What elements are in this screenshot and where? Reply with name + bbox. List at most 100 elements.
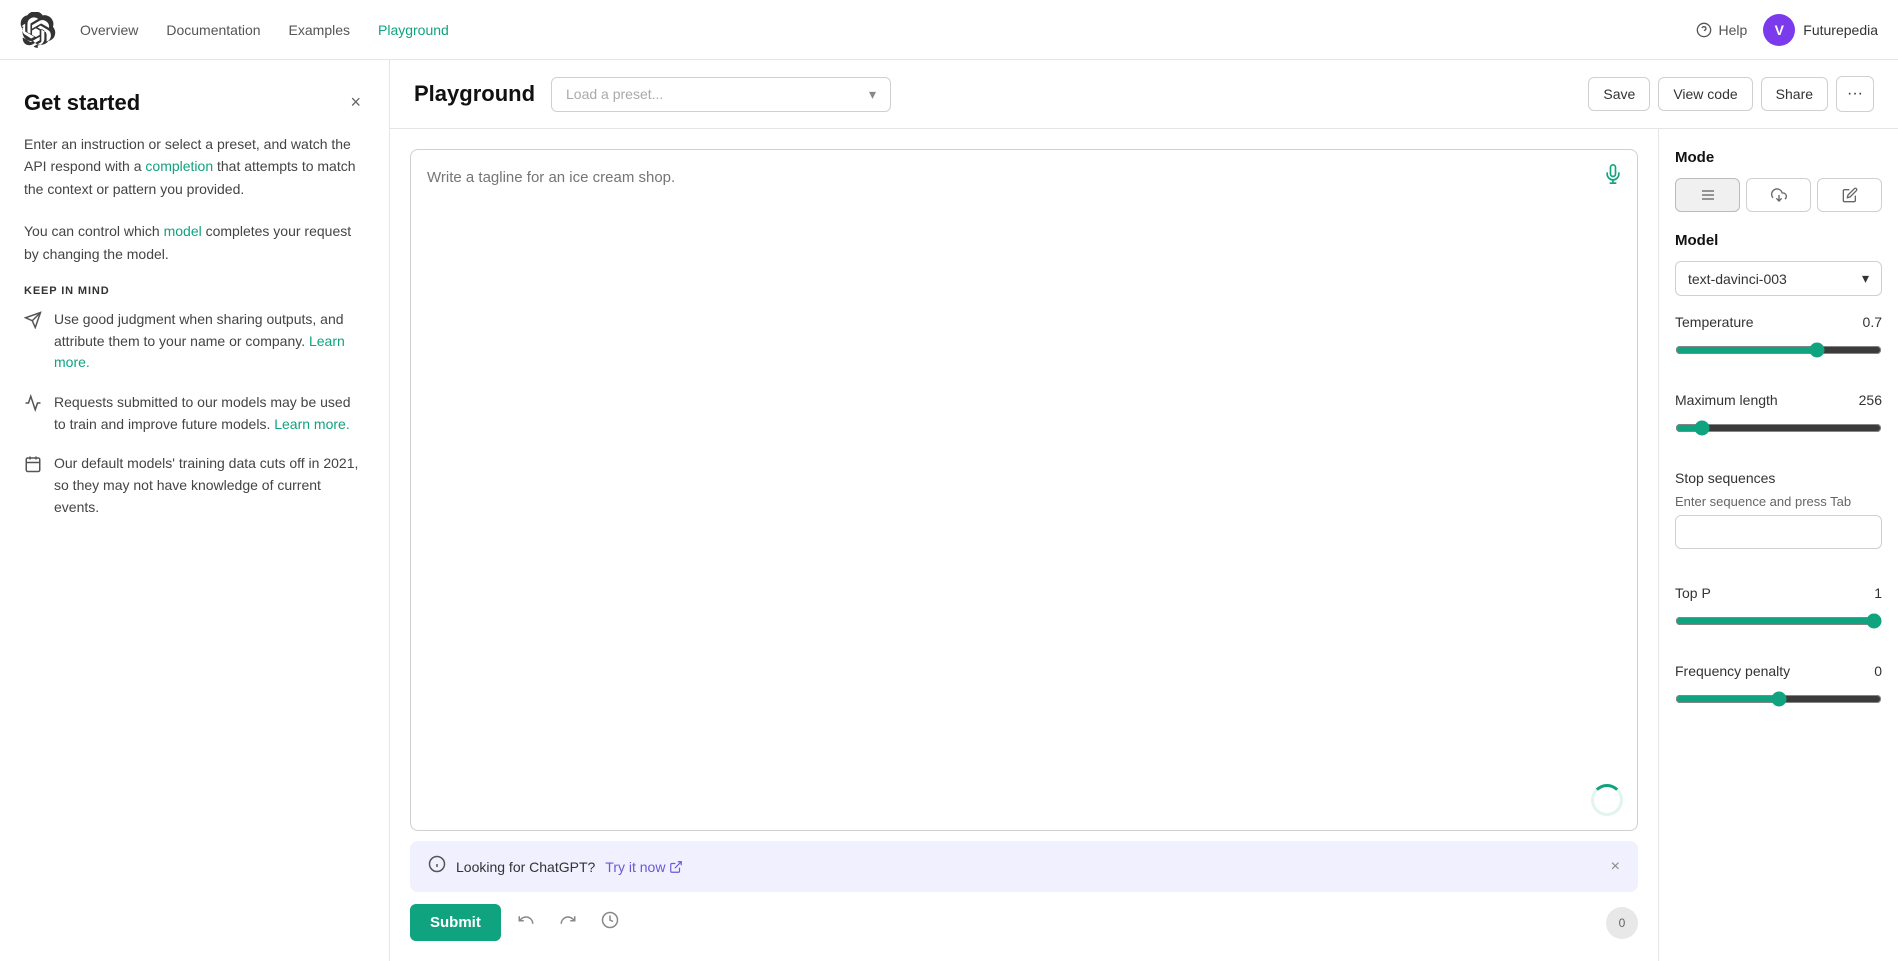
learn-more-link-2[interactable]: Learn more. xyxy=(274,416,349,432)
sidebar: Get started × Enter an instruction or se… xyxy=(0,60,390,961)
nav-links: Overview Documentation Examples Playgrou… xyxy=(80,22,1696,38)
activity-icon xyxy=(24,394,42,435)
model-chevron-icon: ▾ xyxy=(1862,270,1869,287)
calendar-icon xyxy=(24,455,42,518)
save-button[interactable]: Save xyxy=(1588,77,1650,111)
token-count: 0 xyxy=(1606,907,1638,939)
editor-area: Looking for ChatGPT? Try it now × Submit xyxy=(390,129,1658,961)
completion-link[interactable]: completion xyxy=(145,158,213,174)
undo-button[interactable] xyxy=(509,905,543,940)
sidebar-item-1-text: Use good judgment when sharing outputs, … xyxy=(54,309,365,374)
mode-insert-button[interactable] xyxy=(1746,178,1811,212)
try-it-now-label: Try it now xyxy=(605,859,665,875)
try-it-now-link[interactable]: Try it now xyxy=(605,859,683,875)
learn-more-link-1[interactable]: Learn more. xyxy=(54,333,345,371)
editor-actions: Submit 0 xyxy=(410,892,1638,941)
stop-sequences-input[interactable] xyxy=(1675,515,1882,549)
user-avatar: V xyxy=(1763,14,1795,46)
sidebar-header: Get started × xyxy=(24,88,365,117)
stop-sequences-label-row: Stop sequences xyxy=(1675,470,1882,486)
help-label: Help xyxy=(1718,22,1747,38)
redo-button[interactable] xyxy=(551,905,585,940)
view-code-button[interactable]: View code xyxy=(1658,77,1752,111)
prompt-textarea[interactable] xyxy=(427,166,1621,814)
user-menu[interactable]: V Futurepedia xyxy=(1763,14,1878,46)
frequency-penalty-slider[interactable] xyxy=(1675,691,1882,707)
loading-spinner xyxy=(1591,784,1623,816)
sidebar-item-3: Our default models' training data cuts o… xyxy=(24,453,365,518)
sidebar-item-1: Use good judgment when sharing outputs, … xyxy=(24,309,365,374)
main-area: Playground Load a preset... ▾ Save View … xyxy=(390,60,1898,961)
external-link-icon xyxy=(669,860,683,874)
max-length-section: Maximum length 256 xyxy=(1675,392,1882,452)
stop-sequences-section: Stop sequences Enter sequence and press … xyxy=(1675,470,1882,567)
send-icon xyxy=(24,311,42,374)
sidebar-title: Get started xyxy=(24,90,140,116)
info-icon xyxy=(428,855,446,878)
preset-dropdown[interactable]: Load a preset... ▾ xyxy=(551,77,891,112)
mic-icon[interactable] xyxy=(1603,164,1623,190)
content-area: Looking for ChatGPT? Try it now × Submit xyxy=(390,129,1898,961)
temperature-label: Temperature xyxy=(1675,314,1754,330)
complete-mode-icon xyxy=(1700,187,1716,203)
mode-label: Mode xyxy=(1675,149,1882,166)
model-link[interactable]: model xyxy=(164,223,202,239)
mode-buttons xyxy=(1675,178,1882,212)
sidebar-items-list: Use good judgment when sharing outputs, … xyxy=(24,309,365,519)
top-p-label: Top P xyxy=(1675,585,1711,601)
text-editor xyxy=(410,149,1638,831)
help-button[interactable]: Help xyxy=(1696,22,1747,38)
max-length-label: Maximum length xyxy=(1675,392,1778,408)
sidebar-item-2: Requests submitted to our models may be … xyxy=(24,392,365,435)
edit-mode-icon xyxy=(1842,187,1858,203)
share-button[interactable]: Share xyxy=(1761,77,1828,111)
top-p-label-row: Top P 1 xyxy=(1675,585,1882,601)
temperature-value: 0.7 xyxy=(1863,314,1882,330)
max-length-label-row: Maximum length 256 xyxy=(1675,392,1882,408)
top-p-slider[interactable] xyxy=(1675,613,1882,629)
nav-playground[interactable]: Playground xyxy=(378,22,449,38)
temperature-slider[interactable] xyxy=(1675,342,1882,358)
top-nav: Overview Documentation Examples Playgrou… xyxy=(0,0,1898,60)
chatgpt-banner: Looking for ChatGPT? Try it now × xyxy=(410,841,1638,892)
nav-examples[interactable]: Examples xyxy=(289,22,350,38)
sidebar-close-button[interactable]: × xyxy=(346,88,365,117)
keep-in-mind-title: KEEP IN MIND xyxy=(24,285,365,297)
temperature-section: Temperature 0.7 xyxy=(1675,314,1882,374)
help-circle-icon xyxy=(1696,22,1712,38)
sidebar-item-2-text: Requests submitted to our models may be … xyxy=(54,392,365,435)
openai-logo[interactable] xyxy=(20,12,56,48)
banner-text: Looking for ChatGPT? xyxy=(456,859,595,875)
frequency-penalty-label-row: Frequency penalty 0 xyxy=(1675,663,1882,679)
nav-documentation[interactable]: Documentation xyxy=(166,22,260,38)
banner-close-button[interactable]: × xyxy=(1611,858,1620,876)
right-panel: Mode Model text-davinci-003 ▾ xyxy=(1658,129,1898,961)
temperature-label-row: Temperature 0.7 xyxy=(1675,314,1882,330)
frequency-penalty-value: 0 xyxy=(1874,663,1882,679)
sidebar-description: Enter an instruction or select a preset,… xyxy=(24,133,365,200)
model-dropdown[interactable]: text-davinci-003 ▾ xyxy=(1675,261,1882,296)
preset-placeholder: Load a preset... xyxy=(566,86,663,102)
stop-sequences-hint: Enter sequence and press Tab xyxy=(1675,494,1882,509)
top-p-value: 1 xyxy=(1874,585,1882,601)
frequency-penalty-label: Frequency penalty xyxy=(1675,663,1790,679)
dropdown-chevron-icon: ▾ xyxy=(869,86,876,103)
model-value: text-davinci-003 xyxy=(1688,271,1787,287)
mode-edit-button[interactable] xyxy=(1817,178,1882,212)
max-length-value: 256 xyxy=(1859,392,1882,408)
app-layout: Get started × Enter an instruction or se… xyxy=(0,60,1898,961)
nav-right: Help V Futurepedia xyxy=(1696,14,1878,46)
insert-mode-icon xyxy=(1771,187,1787,203)
header-buttons: Save View code Share ··· xyxy=(1588,76,1874,112)
more-button[interactable]: ··· xyxy=(1836,76,1874,112)
nav-overview[interactable]: Overview xyxy=(80,22,138,38)
sidebar-item-3-text: Our default models' training data cuts o… xyxy=(54,453,365,518)
model-section-label: Model xyxy=(1675,232,1882,249)
submit-button[interactable]: Submit xyxy=(410,904,501,941)
top-p-section: Top P 1 xyxy=(1675,585,1882,645)
stop-sequences-label: Stop sequences xyxy=(1675,470,1775,486)
main-title: Playground xyxy=(414,81,535,107)
mode-complete-button[interactable] xyxy=(1675,178,1740,212)
history-button[interactable] xyxy=(593,905,627,940)
max-length-slider[interactable] xyxy=(1675,420,1882,436)
